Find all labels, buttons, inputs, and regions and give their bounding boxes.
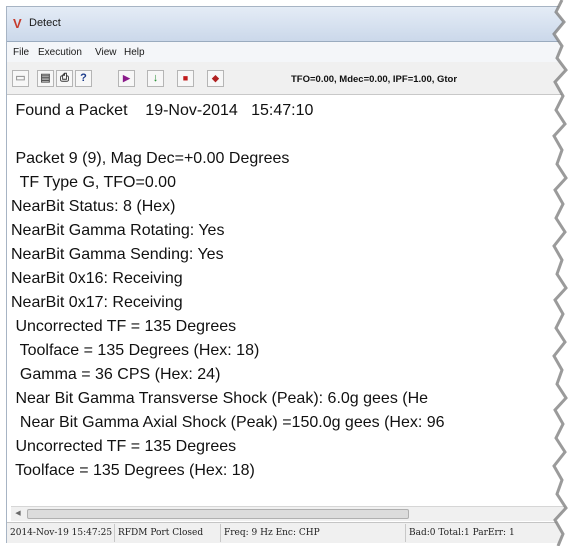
record-icon[interactable]: ◆ [207,70,224,87]
menu-view[interactable]: View [95,47,117,58]
open-folder-icon[interactable]: ▤ [37,70,54,87]
stop-icon[interactable]: ■ [177,70,194,87]
scroll-left-arrow-icon[interactable]: ◀ [12,508,24,520]
blank-doc-icon[interactable]: ▭ [12,70,29,87]
output-line: Found a Packet 19-Nov-2014 15:47:10 [11,102,314,119]
output-line: NearBit Gamma Rotating: Yes [11,222,225,239]
output-line: NearBit 0x17: Receiving [11,294,183,311]
output-line: NearBit Gamma Sending: Yes [11,246,224,263]
output-line: NearBit Status: 8 (Hex) [11,198,176,215]
status-counts: Bad:0 Total:1 ParErr: 1 [405,524,569,542]
toolbar-status-text: TFO=0.00, Mdec=0.00, IPF=1.00, Gtor [291,74,458,85]
down-arrow-icon[interactable]: ↓ [147,70,164,87]
toolbar: ▭ ▤ ⎙ ? ▶ ↓ ■ ◆ TFO=0.00, Mdec=0.00, IPF… [7,62,574,95]
scroll-thumb[interactable] [27,509,409,519]
output-line: Gamma = 36 CPS (Hex: 24) [11,366,221,383]
menu-help[interactable]: Help [124,47,145,58]
title-bar[interactable]: V Detect [7,7,574,42]
help-icon[interactable]: ? [75,70,92,87]
output-line: TF Type G, TFO=0.00 [11,174,176,191]
torn-paper-edge [552,0,574,546]
menu-bar: File Execution View Help [7,42,574,62]
output-line: Near Bit Gamma Axial Shock (Peak) =150.0… [11,414,445,431]
status-datetime: 2014-Nov-19 15:47:25 [10,528,113,538]
status-port: RFDM Port Closed [114,524,220,542]
horizontal-scrollbar[interactable]: ◀ [11,506,571,521]
app-v-icon: V [13,16,22,31]
output-line: Uncorrected TF = 135 Degrees [11,318,237,335]
output-line: Packet 9 (9), Mag Dec=+0.00 Degrees [11,150,290,167]
output-line: Near Bit Gamma Transverse Shock (Peak): … [11,390,429,407]
window-title: Detect [29,17,61,29]
status-freq-enc: Freq: 9 Hz Enc: CHP [220,524,332,542]
status-bar: 2014-Nov-19 15:47:25 RFDM Port Closed Fr… [7,522,574,543]
menu-file[interactable]: File [13,47,29,58]
print-icon[interactable]: ⎙ [56,70,73,87]
output-line: NearBit 0x16: Receiving [11,270,183,287]
detect-window: V Detect File Execution View Help ▭ ▤ ⎙ … [6,6,574,543]
output-pane[interactable]: Found a Packet 19-Nov-2014 15:47:10 Pack… [11,99,571,501]
play-icon[interactable]: ▶ [118,70,135,87]
output-line: Uncorrected TF = 135 Degrees [11,438,237,455]
output-line: Toolface = 135 Degrees (Hex: 18) [11,462,255,479]
output-line: Toolface = 135 Degrees (Hex: 18) [11,342,260,359]
menu-execution[interactable]: Execution [38,47,82,58]
